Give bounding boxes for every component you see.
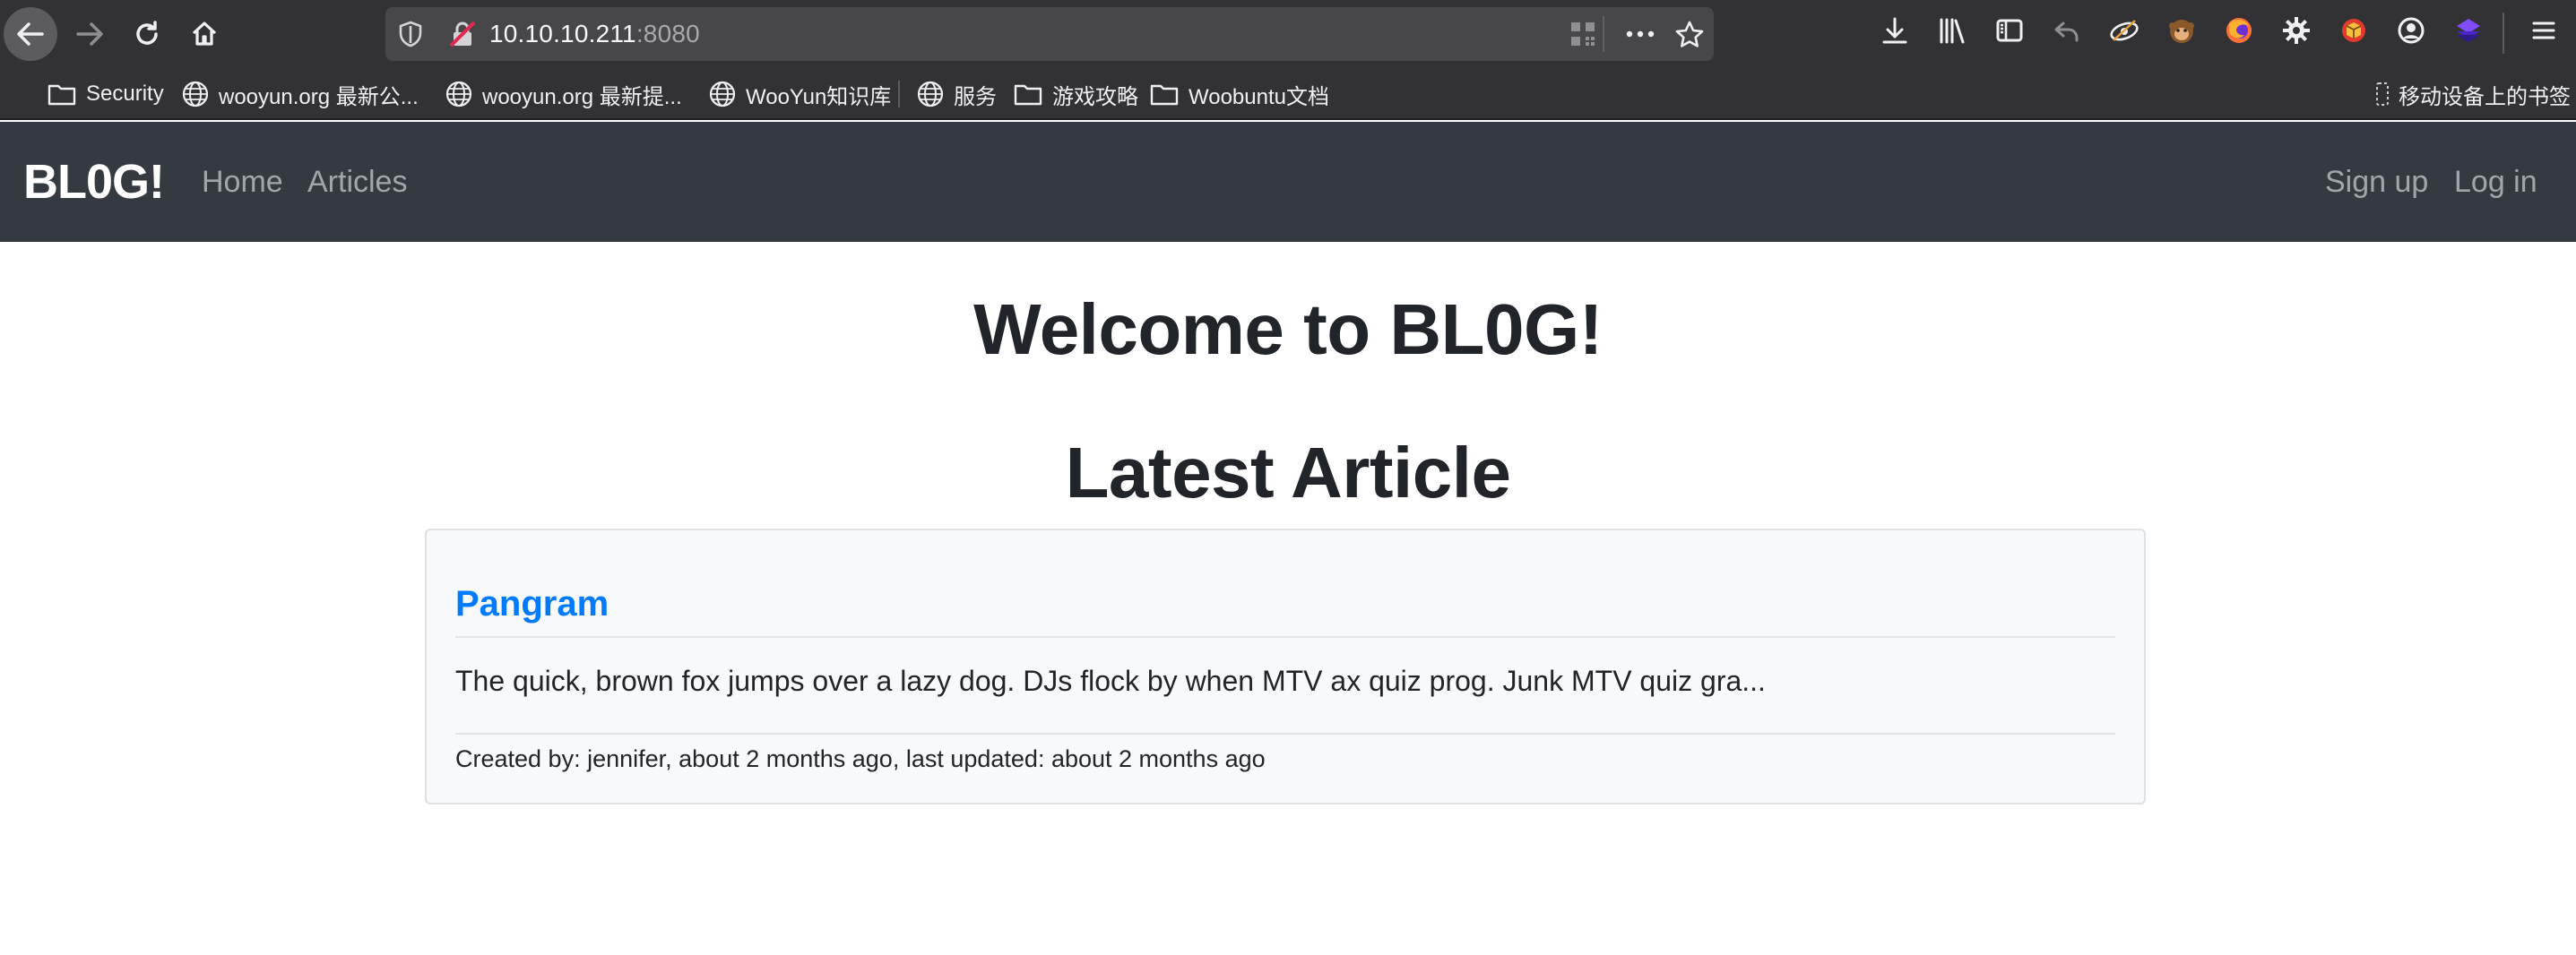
globe-icon [445,81,472,108]
extension-button-6[interactable] [2451,13,2486,48]
hamburger-menu-icon [2532,22,2555,39]
bookmark-mobile[interactable]: 移动设备上的书签 [2375,68,2571,120]
article-card: Pangram The quick, brown fox jumps over … [425,529,2146,804]
shield-icon[interactable] [396,20,425,48]
extension-button-5[interactable] [2336,13,2372,48]
url-port: :8080 [635,20,700,47]
nav-articles[interactable]: Articles [307,122,407,242]
card-divider [455,733,2115,735]
monkey-extension-icon [2169,20,2194,43]
purple-layers-icon [2457,19,2480,42]
bookmark-label: wooyun.org 最新公... [219,84,419,109]
eye-extension-icon [2110,20,2139,41]
globe-icon [917,81,944,108]
url-separator [1603,16,1604,52]
address-bar[interactable]: 10.10.10.211:8080 [385,7,1714,61]
bookmark-game-guides[interactable]: 游戏攻略 [1013,68,1138,120]
article-excerpt: The quick, brown fox jumps over a lazy d… [455,665,1766,697]
firefox-icon [2226,18,2252,43]
nav-log-in[interactable]: Log in [2454,122,2537,242]
bookmark-label: wooyun.org 最新提... [482,84,682,109]
extension-button-3[interactable] [2221,13,2257,48]
gear-icon [2283,17,2310,44]
bookmark-label: 游戏攻略 [1052,84,1138,109]
toolbar-separator [2503,13,2504,54]
globe-icon [709,81,736,108]
sidebar-button[interactable] [1992,13,2027,48]
forward-button[interactable] [63,7,117,61]
reload-icon [136,21,158,45]
url-host: 10.10.10.211 [489,20,636,47]
browser-toolbar: 10.10.10.211:8080 [0,0,2576,68]
bookmark-star-icon[interactable] [1674,20,1705,50]
site-brand[interactable]: BL0G! [23,122,165,242]
account-button[interactable] [2393,13,2429,48]
downloads-button[interactable] [1877,13,1913,48]
bookmark-wooyun-1[interactable]: wooyun.org 最新公... [181,68,419,120]
cube-extension-icon [2342,19,2365,42]
home-icon [192,22,217,46]
arrow-right-icon [76,22,103,46]
folder-icon [1150,84,1179,106]
bookmark-separator [898,81,900,108]
account-icon [2398,17,2425,44]
globe-icon [182,81,209,108]
nav-home[interactable]: Home [202,122,283,242]
qr-code-icon[interactable] [1569,20,1597,48]
insecure-lock-icon[interactable] [448,20,477,48]
extension-button-4[interactable] [2278,13,2314,48]
extension-button-1[interactable] [2106,13,2142,48]
bookmark-label: Woobuntu文档 [1189,84,1329,109]
reload-button[interactable] [120,7,174,61]
article-meta: Created by: jennifer, about 2 months ago… [455,745,1266,772]
undo-arrow-icon [2054,22,2079,42]
nav-sign-up[interactable]: Sign up [2325,122,2428,242]
home-button[interactable] [177,7,231,61]
bookmark-label: 移动设备上的书签 [2399,84,2571,109]
article-title-link[interactable]: Pangram [455,584,609,624]
folder-icon [48,84,76,106]
bookmark-label: Security [86,82,164,106]
more-options-icon[interactable] [1624,20,1656,48]
extension-button-2[interactable] [2164,13,2200,48]
back-button[interactable] [4,7,57,61]
url-text[interactable]: 10.10.10.211:8080 [489,7,700,61]
library-button[interactable] [1934,13,1970,48]
undo-extension-button[interactable] [2049,13,2085,48]
bookmark-wooyun-kb[interactable]: WooYun知识库 [708,68,891,120]
menu-button[interactable] [2526,13,2562,48]
bookmark-wooyun-2[interactable]: wooyun.org 最新提... [445,68,682,120]
download-icon [1882,17,1907,44]
bookmark-woobuntu-docs[interactable]: Woobuntu文档 [1149,68,1329,120]
latest-article-heading: Latest Article [1065,433,1511,512]
bookmark-security[interactable]: Security [47,68,164,120]
welcome-heading: Welcome to BL0G! [973,289,1603,369]
bookmark-services[interactable]: 服务 [916,68,997,120]
bookmark-label: WooYun知识库 [746,84,892,109]
bookmark-label: 服务 [954,84,997,109]
arrow-left-icon [17,22,44,46]
folder-icon [1014,84,1042,106]
card-divider [455,636,2115,638]
sidebar-icon [1996,19,2023,42]
mobile-bookmarks-icon [2376,82,2389,106]
library-icon [1940,18,1965,44]
